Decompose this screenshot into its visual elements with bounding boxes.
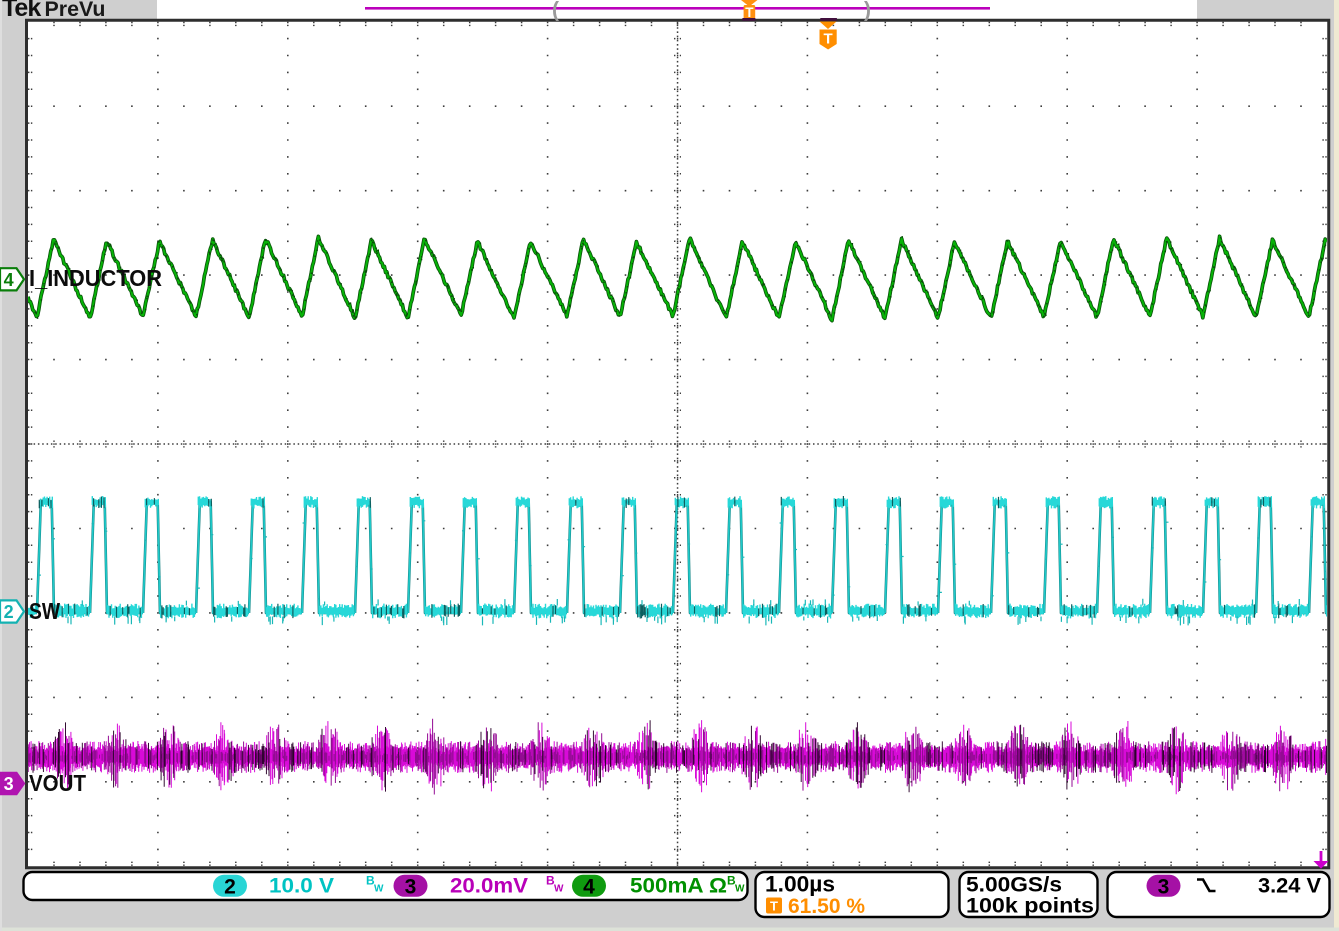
svg-text:3.24 V: 3.24 V <box>1258 875 1321 898</box>
svg-text:4: 4 <box>4 270 14 290</box>
svg-text:3: 3 <box>1158 875 1170 898</box>
svg-text:20.0mV: 20.0mV <box>450 875 528 898</box>
svg-text:W: W <box>554 884 564 895</box>
svg-text:2: 2 <box>224 875 236 898</box>
svg-text:W: W <box>374 884 384 895</box>
svg-text:61.50 %: 61.50 % <box>788 895 865 918</box>
svg-text:(: ( <box>552 0 559 22</box>
svg-text:4: 4 <box>583 875 595 898</box>
svg-text:Tek: Tek <box>2 0 41 22</box>
svg-text:PreVu: PreVu <box>45 0 106 21</box>
svg-text:5.00GS/s: 5.00GS/s <box>966 874 1062 897</box>
svg-text:100k points: 100k points <box>966 895 1094 918</box>
svg-text:): ) <box>864 0 871 22</box>
svg-text:10.0 V: 10.0 V <box>269 875 334 898</box>
svg-text:3: 3 <box>405 875 417 898</box>
svg-text:T: T <box>824 31 833 48</box>
svg-text:SW: SW <box>29 598 60 624</box>
svg-text:3: 3 <box>4 774 14 794</box>
svg-text:VOUT: VOUT <box>29 770 86 796</box>
svg-text:2: 2 <box>4 602 14 622</box>
svg-text:T: T <box>770 899 778 914</box>
svg-text:T: T <box>745 5 754 20</box>
svg-text:1.00µs: 1.00µs <box>765 872 835 897</box>
svg-text:I_INDUCTOR: I_INDUCTOR <box>29 265 162 291</box>
svg-text:500mA Ω: 500mA Ω <box>630 875 727 898</box>
svg-text:W: W <box>735 884 745 895</box>
